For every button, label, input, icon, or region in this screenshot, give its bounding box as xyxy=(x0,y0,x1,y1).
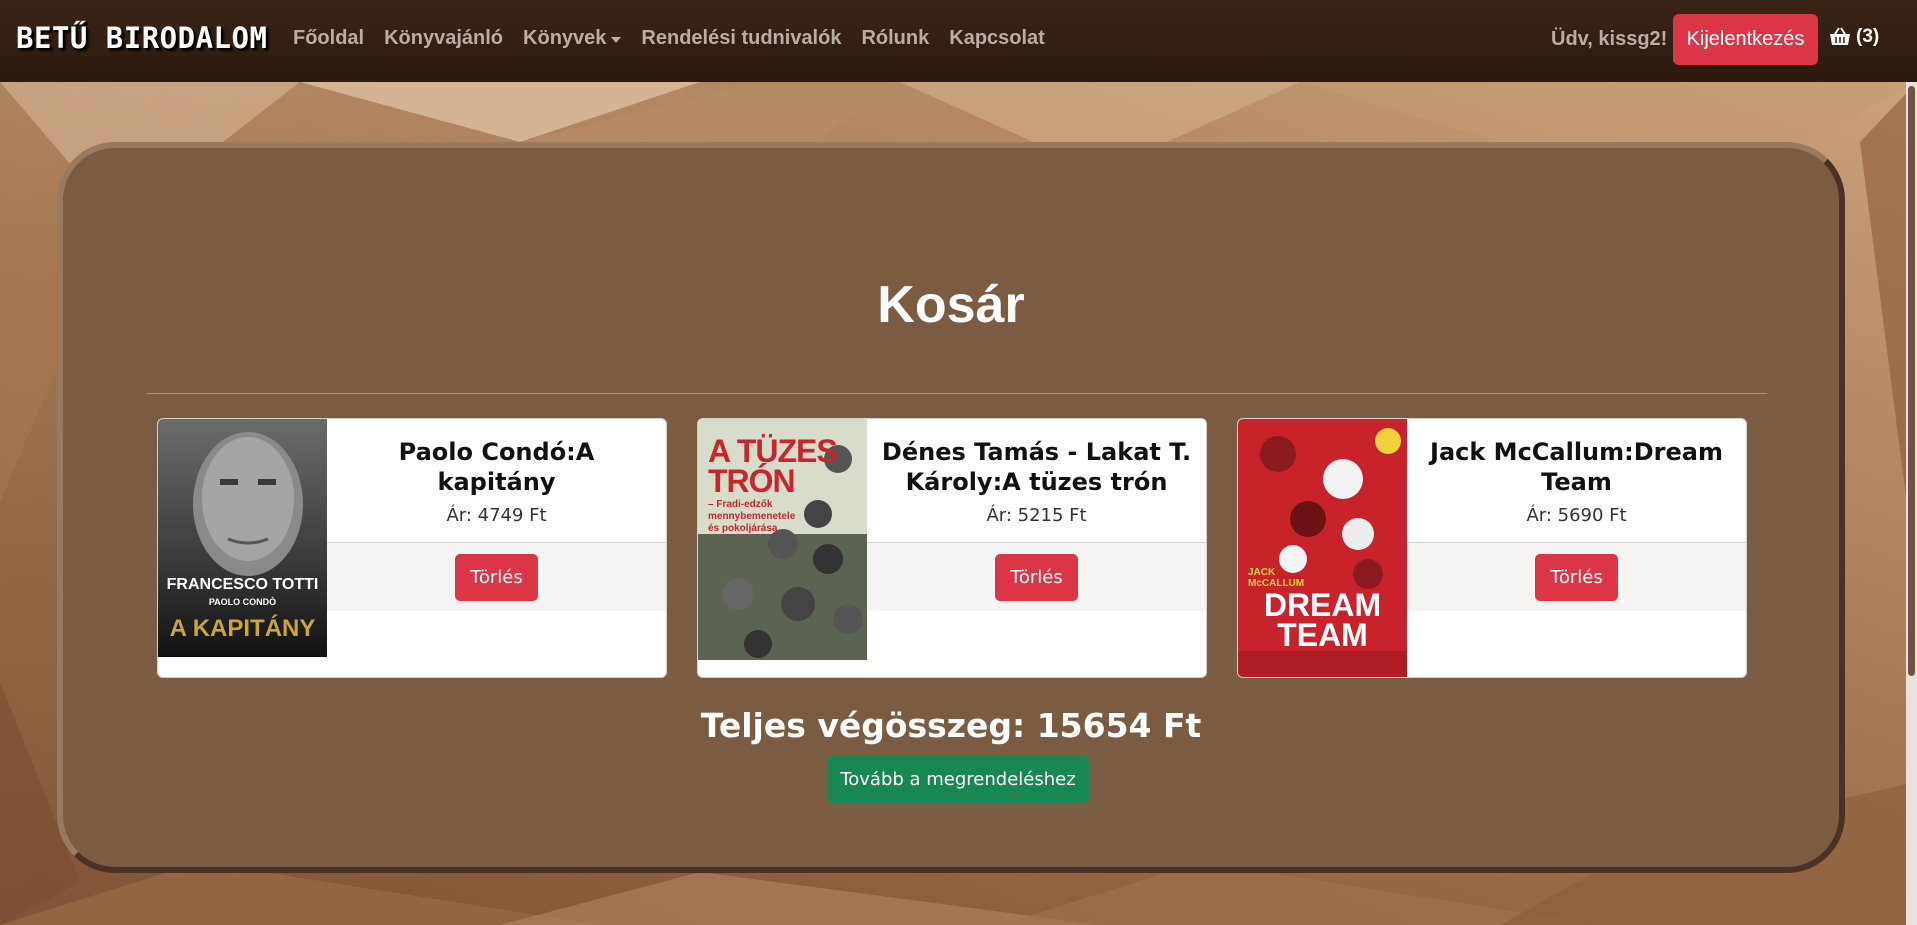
delete-button[interactable]: Törlés xyxy=(995,553,1078,601)
delete-button[interactable]: Törlés xyxy=(1535,553,1618,601)
cart-link[interactable]: (3) xyxy=(1829,26,1879,48)
checkout-button[interactable]: Tovább a megrendeléshez xyxy=(827,756,1089,803)
card-footer: Törlés xyxy=(867,542,1206,611)
cover-title-line2: TEAM xyxy=(1277,617,1368,653)
cover-title-line2: TRÓN xyxy=(708,463,796,499)
logout-button[interactable]: Kijelentkezés xyxy=(1673,14,1818,65)
cover-coauthor: PAOLO CONDÒ xyxy=(208,597,277,607)
nav-about[interactable]: Rólunk xyxy=(861,27,929,50)
book-price: Ár: 5215 Ft xyxy=(986,505,1087,526)
cover-subtitle: – Fradi-edzők mennybemenetele és pokoljá… xyxy=(708,499,796,534)
card-footer: Törlés xyxy=(1407,542,1746,611)
delete-button[interactable]: Törlés xyxy=(455,553,538,601)
navbar: BETŰ BIRODALOM Főoldal Könyvajánló Könyv… xyxy=(0,0,1917,82)
nav-home[interactable]: Főoldal xyxy=(293,27,364,50)
nav-ordering-info[interactable]: Rendelési tudnivalók xyxy=(641,27,841,50)
book-title: Paolo Condó:A kapitány xyxy=(398,438,595,496)
book-cover: A TÜZES TRÓN – Fradi-edzők mennybemenete… xyxy=(698,419,867,660)
cart-count: (3) xyxy=(1856,26,1880,47)
nav-recommendations[interactable]: Könyvajánló xyxy=(384,27,503,50)
brand-logo[interactable]: BETŰ BIRODALOM xyxy=(16,21,267,55)
scrollbar-thumb[interactable] xyxy=(1908,86,1915,676)
cart-item-card: FRANCESCO TOTTI PAOLO CONDÒ A KAPITÁNY P… xyxy=(157,418,667,678)
book-cover: JACK McCALLUM DREAM TEAM xyxy=(1238,419,1407,677)
nav-books-dropdown[interactable]: Könyvek xyxy=(523,27,622,50)
user-greeting: Üdv, kissg2! xyxy=(1551,28,1668,50)
cart-item-card: A TÜZES TRÓN – Fradi-edzők mennybemenete… xyxy=(697,418,1207,678)
book-price: Ár: 4749 Ft xyxy=(446,505,547,526)
card-body: Dénes Tamás - Lakat T. Károly:A tüzes tr… xyxy=(867,419,1206,611)
book-cover: FRANCESCO TOTTI PAOLO CONDÒ A KAPITÁNY xyxy=(158,419,327,657)
cart-total: Teljes végösszeg: 15654 Ft xyxy=(700,706,1202,745)
cart-item-card: JACK McCALLUM DREAM TEAM Jack McCallum:D… xyxy=(1237,418,1747,678)
card-body: Jack McCallum:Dream Team Ár: 5690 Ft Tör… xyxy=(1407,419,1746,611)
book-title: Dénes Tamás - Lakat T. Károly:A tüzes tr… xyxy=(881,438,1192,496)
card-footer: Törlés xyxy=(327,542,666,611)
book-price: Ár: 5690 Ft xyxy=(1526,505,1627,526)
cover-author: JACK McCALLUM xyxy=(1248,567,1305,589)
cart-panel: Kosár FRANCESCO TOTTI PAOLO CONDÒ A KAPI… xyxy=(57,142,1845,873)
basket-icon xyxy=(1830,27,1850,45)
nav-contact[interactable]: Kapcsolat xyxy=(949,27,1045,50)
nav-books-label: Könyvek xyxy=(523,27,607,49)
divider xyxy=(147,393,1767,394)
chevron-down-icon xyxy=(611,36,622,43)
book-title: Jack McCallum:Dream Team xyxy=(1430,438,1723,496)
cover-author: FRANCESCO TOTTI xyxy=(166,576,319,593)
card-body: Paolo Condó:A kapitány Ár: 4749 Ft Törlé… xyxy=(327,419,666,611)
nav-links: Főoldal Könyvajánló Könyvek Rendelési tu… xyxy=(293,27,1065,50)
cover-title: A KAPITÁNY xyxy=(169,615,316,642)
page-title: Kosár xyxy=(877,276,1025,334)
